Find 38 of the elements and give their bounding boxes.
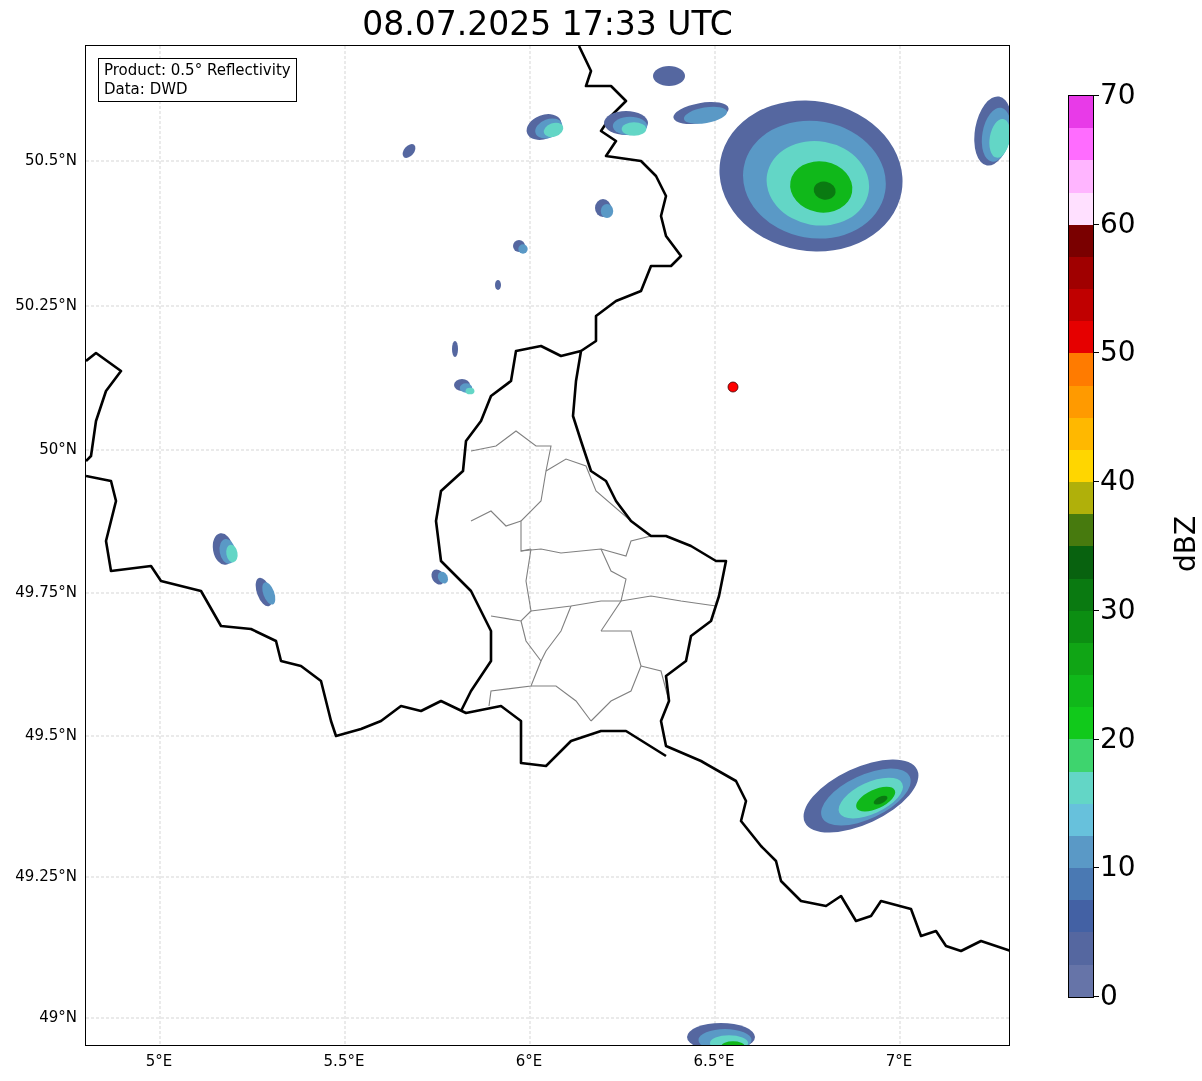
colorbar-tick-label: 20	[1100, 722, 1136, 755]
axis-tick-label: 6°E	[515, 1052, 543, 1070]
location-marker	[727, 381, 739, 393]
radar-echo	[495, 280, 501, 290]
chart-title: 08.07.2025 17:33 UTC	[361, 3, 734, 45]
radar-echo	[454, 379, 475, 395]
colorbar-tick-label: 70	[1100, 79, 1136, 111]
radar-echo	[513, 240, 528, 254]
radar-echo	[526, 114, 564, 140]
colorbar-tick-label: 60	[1100, 207, 1136, 240]
colorbar-tick-label: 50	[1100, 336, 1136, 369]
radar-echo	[212, 533, 238, 565]
radar-echo	[431, 569, 449, 585]
radar-echo	[604, 111, 648, 136]
colorbar-label: dBZ	[1170, 515, 1202, 573]
axis-tick-label: 50°N	[39, 440, 77, 458]
axis-tick-label: 7°E	[885, 1052, 913, 1070]
info-box: Product: 0.5° Reflectivity Data: DWD	[98, 58, 297, 102]
colorbar-tick-label: 0	[1100, 980, 1118, 1012]
axis-tick-label: 49.5°N	[24, 726, 77, 744]
axis-tick-label: 5.5°E	[323, 1052, 365, 1070]
axis-tick-label: 49.75°N	[15, 583, 77, 601]
colorbar-tick-label: 10	[1100, 851, 1136, 884]
axis-tick-label: 49.25°N	[15, 867, 77, 885]
colorbar-tick-label: 40	[1100, 465, 1136, 498]
axis-tick-label: 49°N	[39, 1008, 77, 1026]
radar-echo	[687, 1023, 755, 1045]
axis-tick-label: 50.25°N	[15, 296, 77, 314]
colorbar-tick-label: 30	[1100, 593, 1136, 626]
radar-echo	[653, 66, 685, 86]
radar-echo	[402, 144, 416, 158]
radar-echo	[452, 341, 458, 357]
radar-echo	[974, 96, 1009, 166]
axis-tick-label: 5°E	[145, 1052, 173, 1070]
axis-tick-label: 6.5°E	[693, 1052, 735, 1070]
radar-echo	[595, 199, 614, 218]
axis-tick-label: 50.5°N	[24, 151, 77, 169]
radar-echo	[255, 577, 276, 607]
